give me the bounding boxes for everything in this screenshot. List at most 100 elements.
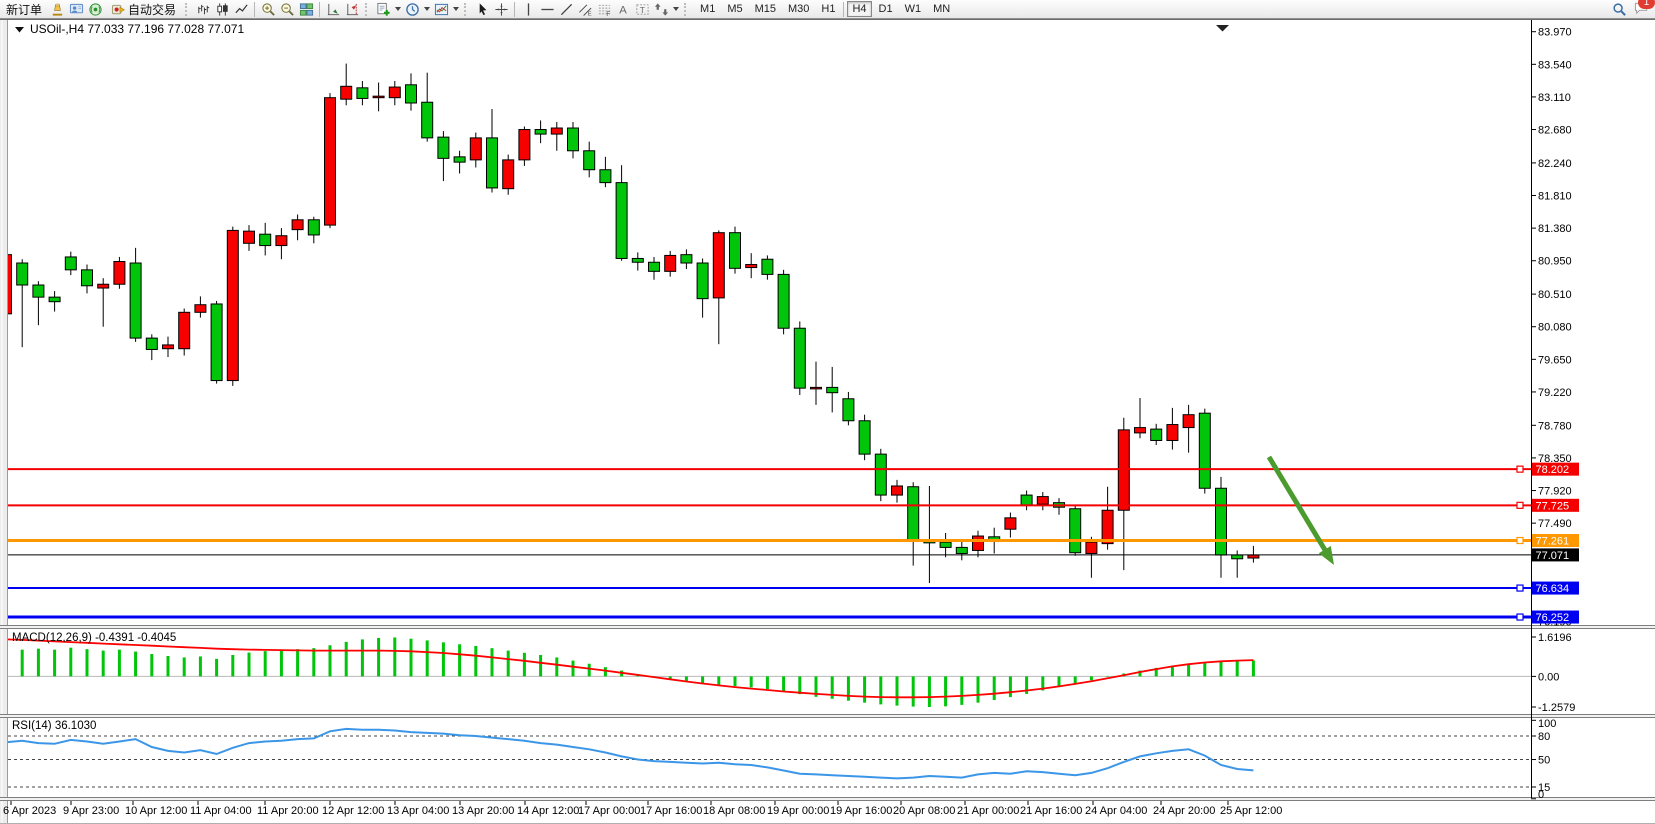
candle	[33, 285, 44, 297]
time-axis-label: 24 Apr 20:00	[1153, 805, 1215, 817]
rsi-axis-label: 50	[1538, 755, 1550, 767]
price-line-handle[interactable]	[1517, 614, 1523, 620]
macd-histogram-bar	[960, 676, 963, 704]
time-axis-label: 21 Apr 00:00	[957, 805, 1019, 817]
candle	[1070, 509, 1081, 553]
candle	[357, 88, 368, 99]
price-axis-label: 80.080	[1538, 322, 1572, 334]
candle	[130, 263, 141, 338]
candle	[227, 230, 238, 380]
macd-histogram-bar	[280, 650, 283, 676]
price-tag-label: 76.634	[1536, 583, 1570, 595]
price-axis-label: 83.110	[1538, 92, 1571, 104]
macd-histogram-bar	[604, 667, 607, 676]
macd-histogram-bar	[717, 676, 720, 685]
time-axis-label: 13 Apr 20:00	[452, 805, 514, 817]
candle	[616, 183, 627, 259]
rsi-axis-label: 100	[1538, 718, 1556, 730]
candle	[422, 102, 433, 138]
candle	[973, 536, 984, 550]
macd-histogram-bar	[361, 639, 364, 676]
candle	[406, 85, 417, 103]
price-line-handle[interactable]	[1517, 585, 1523, 591]
macd-histogram-bar	[879, 676, 882, 704]
candle	[665, 255, 676, 271]
macd-histogram-bar	[1252, 660, 1255, 676]
candle	[762, 259, 773, 274]
candle	[649, 262, 660, 271]
time-axis-label: 19 Apr 16:00	[830, 805, 892, 817]
macd-histogram-bar	[231, 655, 234, 676]
candle	[454, 157, 465, 162]
candle	[179, 312, 190, 348]
macd-histogram-bar	[944, 676, 947, 706]
macd-histogram-bar	[750, 676, 753, 687]
time-axis-label: 14 Apr 12:00	[517, 805, 579, 817]
candle	[600, 170, 611, 183]
time-axis-label: 17 Apr 16:00	[640, 805, 702, 817]
price-axis-label: 82.240	[1538, 158, 1572, 170]
candle	[1086, 542, 1097, 553]
price-line-handle[interactable]	[1517, 538, 1523, 544]
time-axis-label: 20 Apr 08:00	[893, 805, 955, 817]
price-tag-label: 77.725	[1536, 500, 1570, 512]
price-axis-label: 81.380	[1538, 223, 1572, 235]
candle	[470, 138, 481, 160]
macd-histogram-bar	[134, 652, 137, 677]
macd-histogram-bar	[393, 637, 396, 676]
price-axis-label: 80.950	[1538, 256, 1572, 268]
candle	[1005, 518, 1016, 529]
macd-histogram-bar	[150, 654, 153, 676]
macd-histogram-bar	[782, 676, 785, 691]
chart-generated-content: 83.97083.54083.11082.68082.24081.81081.3…	[0, 20, 1655, 824]
macd-histogram-bar	[426, 640, 429, 676]
candle	[1183, 415, 1194, 428]
candle	[260, 234, 271, 245]
price-tag-label: 77.071	[1536, 550, 1570, 562]
candle	[1037, 497, 1048, 505]
macd-histogram-bar	[1074, 676, 1077, 683]
macd-histogram-bar	[977, 676, 980, 702]
macd-histogram-bar	[86, 649, 89, 676]
candle	[82, 270, 93, 286]
price-axis-label: 81.810	[1538, 191, 1572, 203]
chart-title: USOil-,H4 77.033 77.196 77.028 77.071	[30, 22, 244, 36]
rsi-axis-label: 80	[1538, 731, 1550, 743]
time-axis-label: 21 Apr 16:00	[1020, 805, 1082, 817]
macd-histogram-bar	[507, 651, 510, 677]
candle	[827, 387, 838, 392]
trend-arrow-head[interactable]	[1319, 546, 1334, 565]
macd-histogram-bar	[345, 642, 348, 677]
rsi-indicator-label: RSI(14) 36.1030	[12, 720, 96, 732]
time-axis-label: 10 Apr 12:00	[125, 805, 187, 817]
time-axis-label: 13 Apr 04:00	[387, 805, 449, 817]
price-axis-label: 77.490	[1538, 518, 1572, 530]
candle	[551, 128, 562, 134]
macd-histogram-bar	[199, 656, 202, 676]
price-axis-label: 79.220	[1538, 387, 1572, 399]
candle	[1167, 425, 1178, 441]
candle	[956, 547, 967, 553]
rsi-axis-label: 0	[1538, 789, 1544, 801]
candle	[341, 86, 352, 99]
candle	[584, 151, 595, 170]
candle	[65, 257, 76, 270]
trend-arrow[interactable]	[1269, 457, 1325, 550]
price-line-handle[interactable]	[1517, 466, 1523, 472]
candle	[325, 98, 336, 225]
terminal-window: 新订单 自动交易 E F A T M1M5M	[0, 0, 1655, 824]
price-line-handle[interactable]	[1517, 502, 1523, 508]
chart-end-marker-icon	[1216, 25, 1229, 32]
time-axis-label: 11 Apr 20:00	[257, 805, 319, 817]
window-left-border	[0, 20, 8, 824]
macd-histogram-bar	[377, 638, 380, 676]
macd-histogram-bar	[21, 650, 24, 677]
candle	[778, 274, 789, 328]
symbol-dropdown-icon[interactable]	[15, 27, 24, 33]
chart-canvas[interactable]: 83.97083.54083.11082.68082.24081.81081.3…	[0, 0, 1655, 824]
candle	[892, 486, 903, 495]
time-axis-label: 12 Apr 12:00	[322, 805, 384, 817]
candle	[114, 261, 125, 284]
candle	[1102, 510, 1113, 543]
candle	[811, 387, 822, 389]
